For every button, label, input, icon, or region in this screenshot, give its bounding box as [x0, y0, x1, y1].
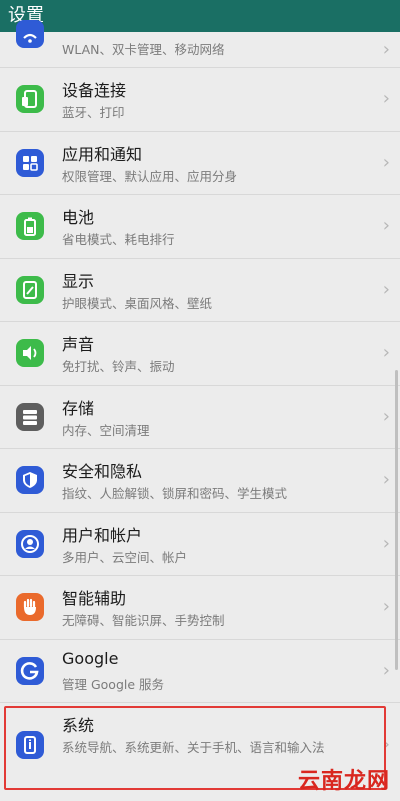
settings-list: WLAN、双卡管理、移动网络 › 设备连接 蓝牙、打印 › 应用和通知 权限管理… [0, 20, 400, 787]
settings-item-title: 安全和隐私 [62, 462, 143, 481]
settings-item-subtitle: 蓝牙、打印 [62, 105, 125, 120]
settings-item-title: 智能辅助 [62, 589, 127, 608]
settings-item-subtitle: 指纹、人脸解锁、锁屏和密码、学生模式 [62, 486, 288, 501]
storage-icon [16, 402, 44, 431]
scrollbar[interactable] [395, 370, 398, 670]
display-icon [16, 275, 44, 304]
chevron-right-icon: › [382, 215, 390, 237]
device-connection-icon [16, 85, 44, 114]
settings-item-security[interactable]: 安全和隐私 指纹、人脸解锁、锁屏和密码、学生模式 › [0, 449, 400, 513]
google-icon [16, 656, 44, 685]
shield-icon [16, 466, 44, 495]
settings-item-title: 用户和帐户 [62, 525, 143, 545]
settings-item-subtitle: 省电模式、耗电排行 [62, 232, 175, 247]
chevron-right-icon: › [382, 88, 390, 110]
chevron-right-icon: › [382, 38, 390, 60]
settings-item-title: 应用和通知 [62, 144, 143, 164]
settings-item-sound[interactable]: 声音 免打扰、铃声、振动 › [0, 322, 400, 386]
settings-item-title: 存储 [62, 398, 95, 418]
settings-item-users[interactable]: 用户和帐户 多用户、云空间、帐户 › [0, 513, 400, 576]
settings-item-storage[interactable]: 存储 内存、空间清理 › [0, 386, 400, 449]
settings-item-battery[interactable]: 电池 省电模式、耗电排行 › [0, 195, 400, 259]
chevron-right-icon: › [382, 659, 390, 681]
settings-item-subtitle: 无障碍、智能识屏、手势控制 [62, 613, 225, 628]
settings-item-network[interactable]: WLAN、双卡管理、移动网络 › [0, 20, 400, 68]
settings-item-smart-assist[interactable]: 智能辅助 无障碍、智能识屏、手势控制 › [0, 576, 400, 640]
settings-item-title: 电池 [62, 208, 95, 227]
chevron-right-icon: › [382, 532, 390, 554]
settings-item-subtitle: 内存、空间清理 [62, 422, 150, 438]
chevron-right-icon: › [382, 278, 390, 300]
settings-item-subtitle: 护眼模式、桌面风格、壁纸 [62, 295, 213, 311]
chevron-right-icon: › [382, 596, 390, 618]
settings-item-display[interactable]: 显示 护眼模式、桌面风格、壁纸 › [0, 259, 400, 322]
settings-item-subtitle: 免打扰、铃声、振动 [62, 359, 175, 374]
settings-item-subtitle: 权限管理、默认应用、应用分身 [62, 168, 238, 184]
page-title-bar: 设置 [0, 0, 400, 32]
settings-item-device-connection[interactable]: 设备连接 蓝牙、打印 › [0, 68, 400, 132]
settings-item-title: 显示 [62, 271, 95, 291]
settings-item-google[interactable]: Google 管理 Google 服务 › [0, 640, 400, 703]
wifi-icon [16, 20, 44, 48]
chevron-right-icon: › [382, 151, 390, 173]
speaker-icon [16, 339, 44, 368]
settings-item-title: Google [62, 648, 119, 668]
chevron-right-icon: › [382, 342, 390, 364]
chevron-right-icon: › [382, 405, 390, 427]
chevron-right-icon: › [382, 469, 390, 491]
apps-grid-icon [16, 148, 44, 177]
hand-icon [16, 593, 44, 622]
settings-item-title: 设备连接 [62, 81, 127, 100]
settings-item-subtitle: 多用户、云空间、帐户 [62, 549, 188, 565]
settings-item-title: 声音 [62, 335, 95, 354]
settings-item-subtitle: 管理 Google 服务 [62, 676, 165, 692]
settings-item-apps[interactable]: 应用和通知 权限管理、默认应用、应用分身 › [0, 132, 400, 195]
watermark: 云南龙网 [297, 769, 390, 794]
user-icon [16, 529, 44, 558]
settings-item-subtitle: WLAN、双卡管理、移动网络 [62, 42, 225, 57]
battery-icon [16, 212, 44, 241]
